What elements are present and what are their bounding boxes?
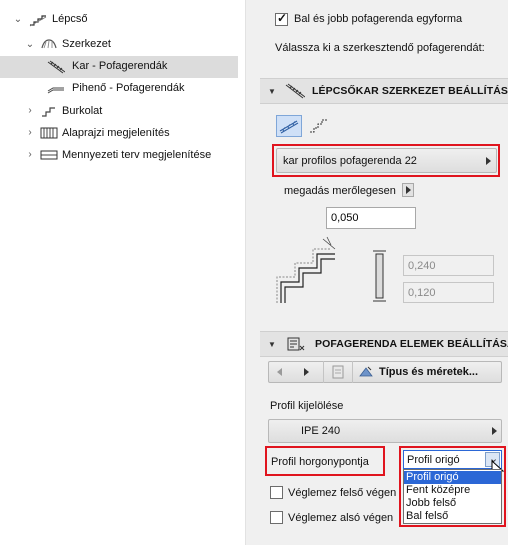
structure-icon — [41, 39, 57, 49]
section-header-stringer-elements[interactable]: ▼ POFAGERENDA ELEMEK BEÁLLÍTÁSAI — [260, 331, 508, 357]
tree-item-label: Lépcső — [52, 13, 88, 25]
same-stringers-label: Bal és jobb pofagerenda egyforma — [294, 13, 463, 25]
perpendicular-popup-button[interactable] — [402, 183, 414, 197]
offset-input[interactable] — [326, 207, 416, 229]
toolbar-divider — [352, 361, 353, 383]
chevron-right-icon — [304, 368, 309, 376]
tree-item-label: Burkolat — [62, 105, 103, 117]
chevron-right-icon[interactable]: › — [25, 128, 35, 138]
width-input[interactable] — [403, 282, 494, 303]
settings-panel: Bal és jobb pofagerenda egyforma Válassz… — [255, 0, 508, 545]
tree-item-flight-stringers[interactable]: Kar - Pofagerendák — [0, 56, 238, 78]
same-stringers-checkbox[interactable] — [275, 11, 288, 26]
highlight-box — [399, 446, 506, 527]
flight-stringer-icon — [47, 60, 65, 74]
highlight-box — [272, 144, 500, 177]
tree-item-label: Szerkezet — [62, 38, 111, 50]
chevron-right-icon — [492, 427, 497, 435]
chevron-left-icon — [277, 368, 282, 376]
chevron-down-icon[interactable]: ⌄ — [13, 15, 23, 25]
section-title: POFAGERENDA ELEMEK BEÁLLÍTÁSAI — [315, 338, 508, 350]
tree-item-ceiling-plan[interactable]: › Mennyezeti terv megjelenítése — [0, 145, 238, 167]
tree-item-label: Kar - Pofagerendák — [72, 60, 168, 72]
toolbar-divider — [323, 361, 324, 383]
floor-plan-icon — [40, 127, 58, 139]
stepped-stringer-icon — [310, 119, 327, 133]
type-sizes-button[interactable]: Típus és méretek... — [379, 366, 478, 378]
collapse-triangle-icon[interactable]: ▼ — [268, 340, 276, 349]
finalize-bottom-label: Véglemez alsó végen — [288, 512, 394, 524]
stair-icon — [29, 15, 47, 27]
section-header-flight-structure[interactable]: ▼ LÉPCSŐKAR SZERKEZET BEÁLLÍTÁSAI — [260, 78, 508, 104]
perpendicular-label: megadás merőlegesen — [284, 185, 396, 197]
chevron-down-icon[interactable]: ⌄ — [25, 40, 35, 50]
profile-section-icon — [373, 250, 386, 302]
next-button[interactable] — [298, 363, 316, 381]
flight-stringer-icon — [285, 83, 305, 99]
tree-item-finish[interactable]: › Burkolat — [0, 101, 238, 123]
parallel-stringer-icon — [279, 120, 299, 134]
profile-select-button[interactable]: IPE 240 — [268, 419, 502, 443]
collapse-triangle-icon[interactable]: ▼ — [268, 87, 276, 96]
tree-item-label: Alaprajzi megjelenítés — [62, 127, 170, 139]
landing-stringer-icon — [47, 87, 64, 94]
stringer-mode-button[interactable] — [276, 115, 302, 137]
splitter[interactable] — [245, 0, 255, 545]
finalize-top-checkbox[interactable] — [270, 486, 283, 499]
tree-item-structure[interactable]: ⌄ Szerkezet — [0, 34, 238, 56]
tree-item-label: Mennyezeti terv megjelenítése — [62, 149, 212, 161]
finish-icon — [42, 107, 55, 117]
height-input[interactable] — [403, 255, 494, 276]
stepped-stringer-button[interactable] — [306, 115, 332, 137]
previous-button[interactable] — [272, 363, 290, 381]
chevron-right-icon[interactable]: › — [25, 150, 35, 160]
tree-item-stair[interactable]: ⌄ Lépcső — [0, 9, 238, 31]
ceiling-plan-icon — [40, 150, 58, 160]
chevron-right-icon — [406, 186, 411, 194]
finalize-bottom-checkbox[interactable] — [270, 511, 283, 524]
tree-item-floor-plan[interactable]: › Alaprajzi megjelenítés — [0, 123, 238, 145]
chevron-right-icon[interactable]: › — [25, 106, 35, 116]
profile-designation-label: Profil kijelölése — [270, 400, 344, 412]
section-title: LÉPCSŐKAR SZERKEZET BEÁLLÍTÁSAI — [312, 85, 508, 97]
tree-item-label: Pihenő - Pofagerendák — [72, 82, 185, 94]
finalize-top-label: Véglemez felső végen — [288, 487, 397, 499]
profile-value: IPE 240 — [301, 425, 341, 437]
select-stringer-label: Válassza ki a szerkesztendő pofagerendát… — [275, 42, 485, 54]
favorite-settings-icon[interactable] — [330, 364, 346, 380]
highlight-box — [265, 446, 385, 476]
navigation-tree: ⌄ Lépcső ⌄ Szerkezet Kar - Pofagerendák … — [0, 0, 245, 545]
tree-item-landing-stringers[interactable]: Pihenő - Pofagerendák — [0, 78, 238, 100]
stringer-diagram-icon — [276, 236, 336, 303]
type-sizes-icon — [359, 366, 373, 377]
element-settings-icon — [287, 337, 305, 351]
